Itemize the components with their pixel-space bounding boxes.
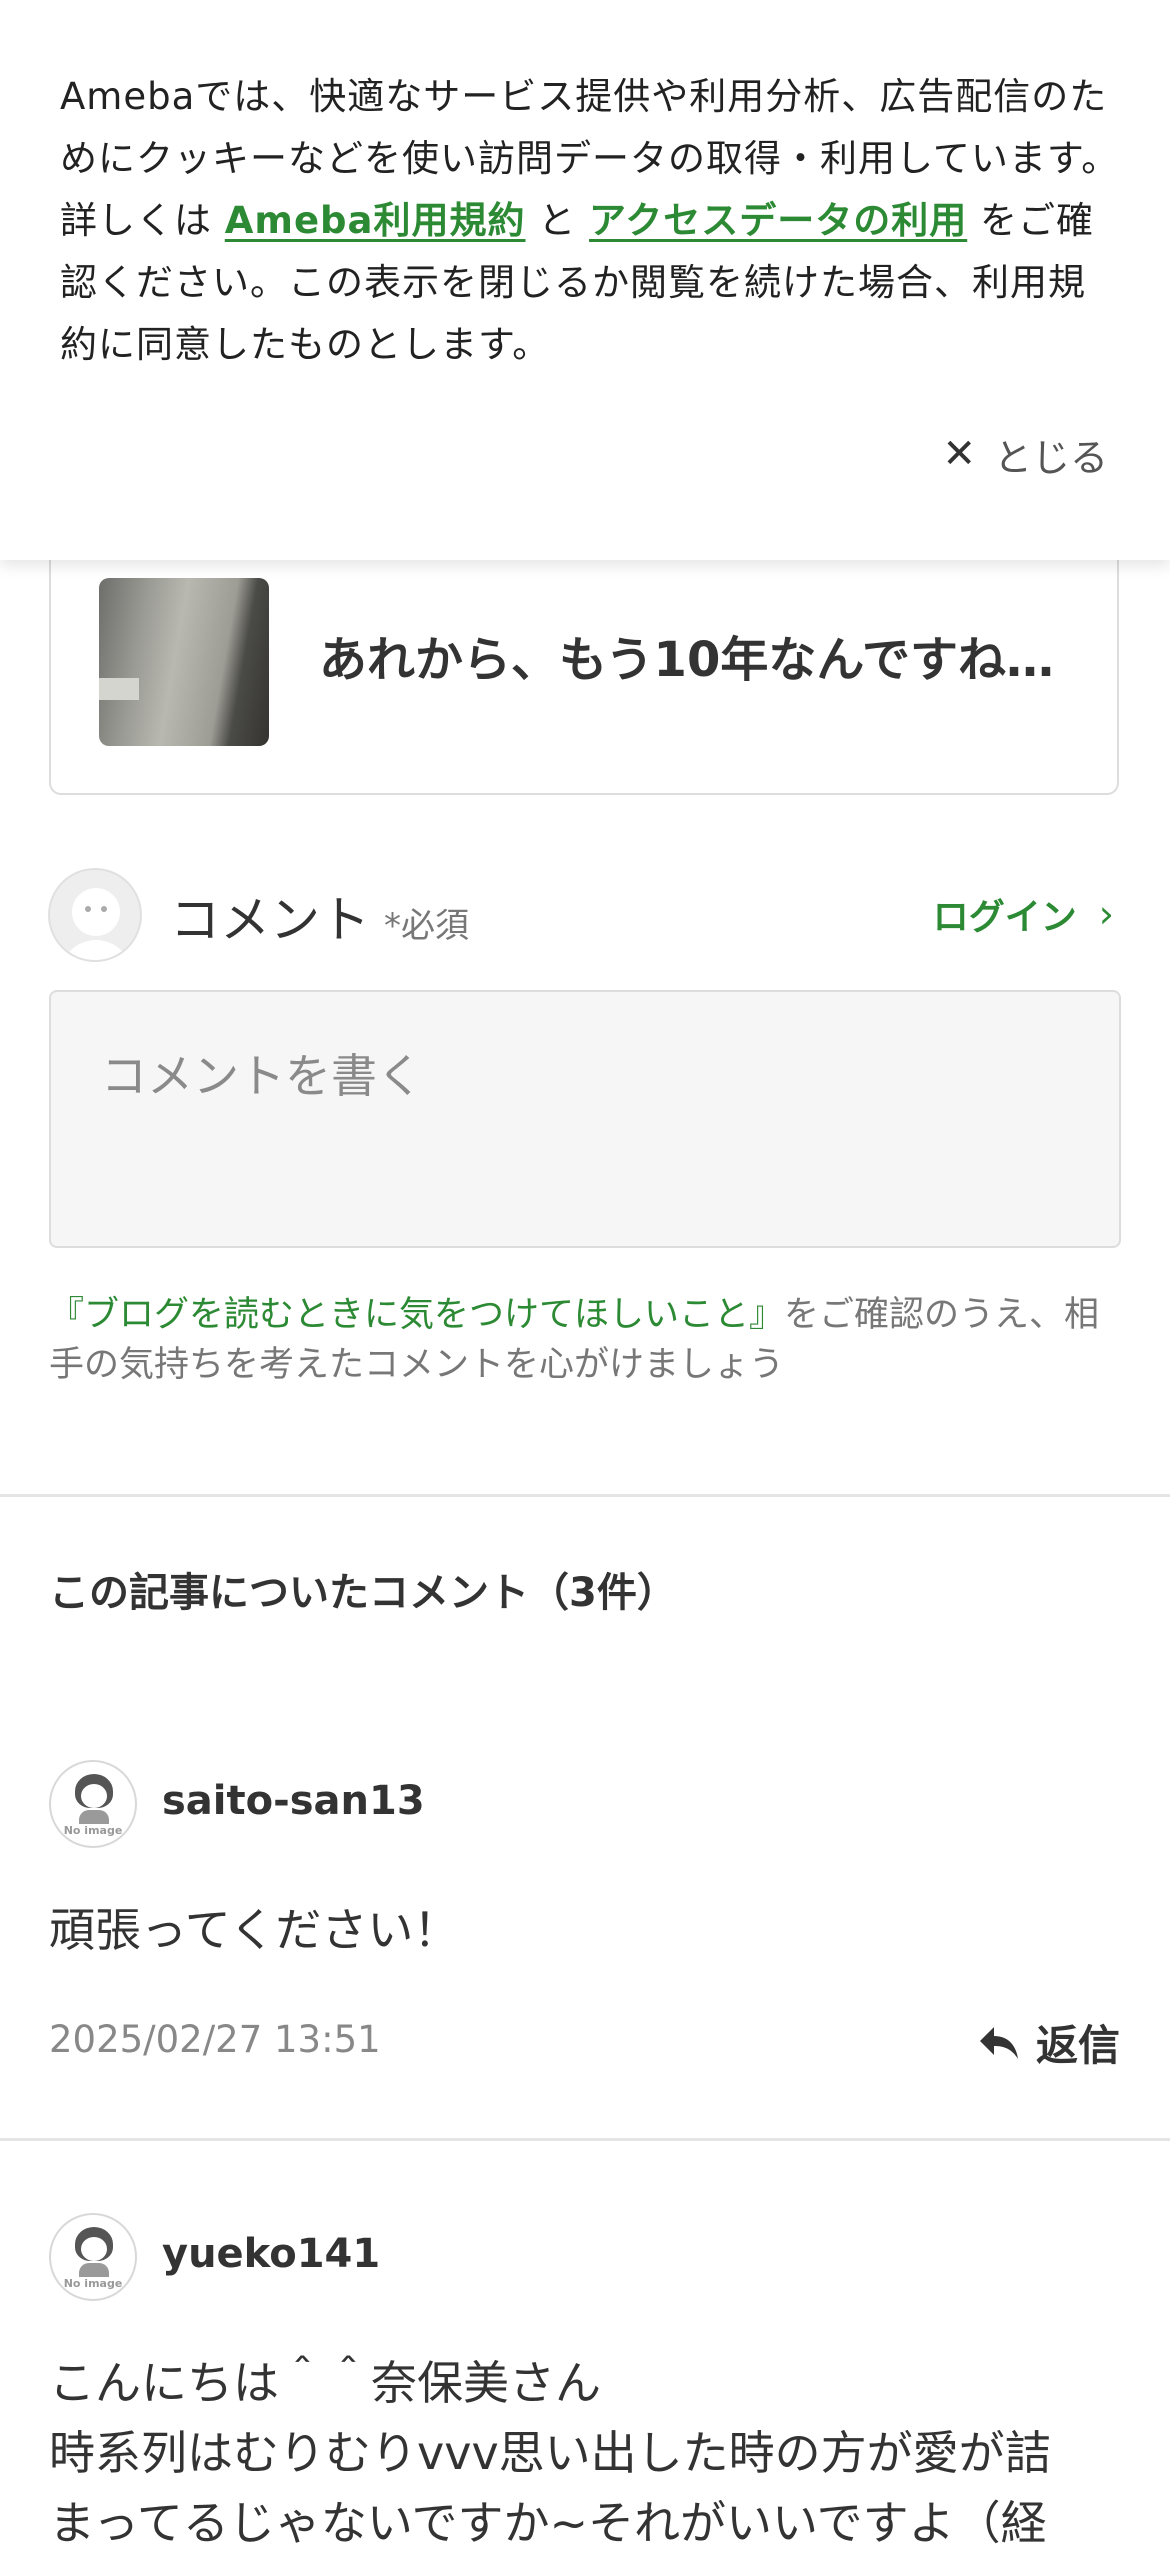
required-marker: *必須 [384, 906, 469, 946]
commenter-avatar[interactable]: No image [49, 1760, 137, 1848]
section-divider [0, 1494, 1170, 1497]
avatar-face [81, 2237, 107, 2261]
comment-guideline: 『ブログを読むときに気をつけてほしいこと』をご確認のうえ、相手の気持ちを考えたコ… [49, 1290, 1129, 1390]
avatar-body [79, 2263, 109, 2277]
terms-link[interactable]: Ameba利用規約 [225, 199, 526, 242]
access-data-link[interactable]: アクセスデータの利用 [589, 199, 967, 242]
no-image-caption: No image [63, 2277, 123, 2290]
reply-label: 返信 [1035, 2021, 1120, 2070]
article-thumbnail [99, 578, 269, 746]
comment-body: 頑張ってください！ [49, 1903, 460, 1957]
commenter-name[interactable]: yueko141 [162, 2231, 380, 2277]
close-banner-button[interactable]: ✕ とじる [942, 424, 1108, 484]
login-label: ログイン [932, 897, 1077, 938]
no-image-caption: No image [63, 1824, 123, 1837]
close-icon: ✕ [942, 431, 976, 477]
avatar-face [72, 888, 120, 936]
cookie-text-part: と [525, 199, 590, 242]
comment-line: こんにちは＾＾奈保美さん [49, 2356, 601, 2410]
avatar-face [81, 1784, 107, 1808]
reply-icon [979, 2026, 1018, 2059]
login-link[interactable]: ログイン › [933, 888, 1114, 940]
comment-line: 時系列はむりむりvvv思い出した時の方が愛が詰 [49, 2426, 1051, 2480]
close-label: とじる [993, 435, 1108, 480]
guideline-link[interactable]: 『ブログを読むときに気をつけてほしいこと』 [49, 1295, 784, 1335]
comment-input[interactable] [49, 990, 1121, 1248]
comment-label: コメント [170, 891, 370, 949]
comment-divider [0, 2138, 1170, 2141]
reply-button[interactable]: 返信 [978, 2012, 1120, 2073]
cookie-notice-text: Amebaでは、快適なサービス提供や利用分析、広告配信のためにクッキーなどを使い… [60, 66, 1120, 376]
comment-date: 2025/02/27 13:51 [49, 2018, 381, 2061]
comment-body: こんにちは＾＾奈保美さん 時系列はむりむりvvv思い出した時の方が愛が詰 まって… [49, 2348, 1129, 2558]
comments-section-title: この記事についたコメント（3件） [49, 1570, 677, 1616]
chevron-right-icon: › [1098, 892, 1114, 936]
related-article-card[interactable]: あれから、もう10年なんですね… [49, 520, 1119, 795]
cookie-banner: Amebaでは、快適なサービス提供や利用分析、広告配信のためにクッキーなどを使い… [0, 0, 1170, 560]
avatar-body [60, 940, 132, 960]
user-avatar [48, 868, 142, 962]
article-title: あれから、もう10年なんですね… [319, 632, 1054, 688]
comment-line: まってるじゃないですか~それがいいですよ（経 [49, 2496, 1047, 2550]
commenter-name[interactable]: saito-san13 [162, 1778, 425, 1824]
commenter-avatar[interactable]: No image [49, 2213, 137, 2301]
avatar-body [79, 1810, 109, 1824]
